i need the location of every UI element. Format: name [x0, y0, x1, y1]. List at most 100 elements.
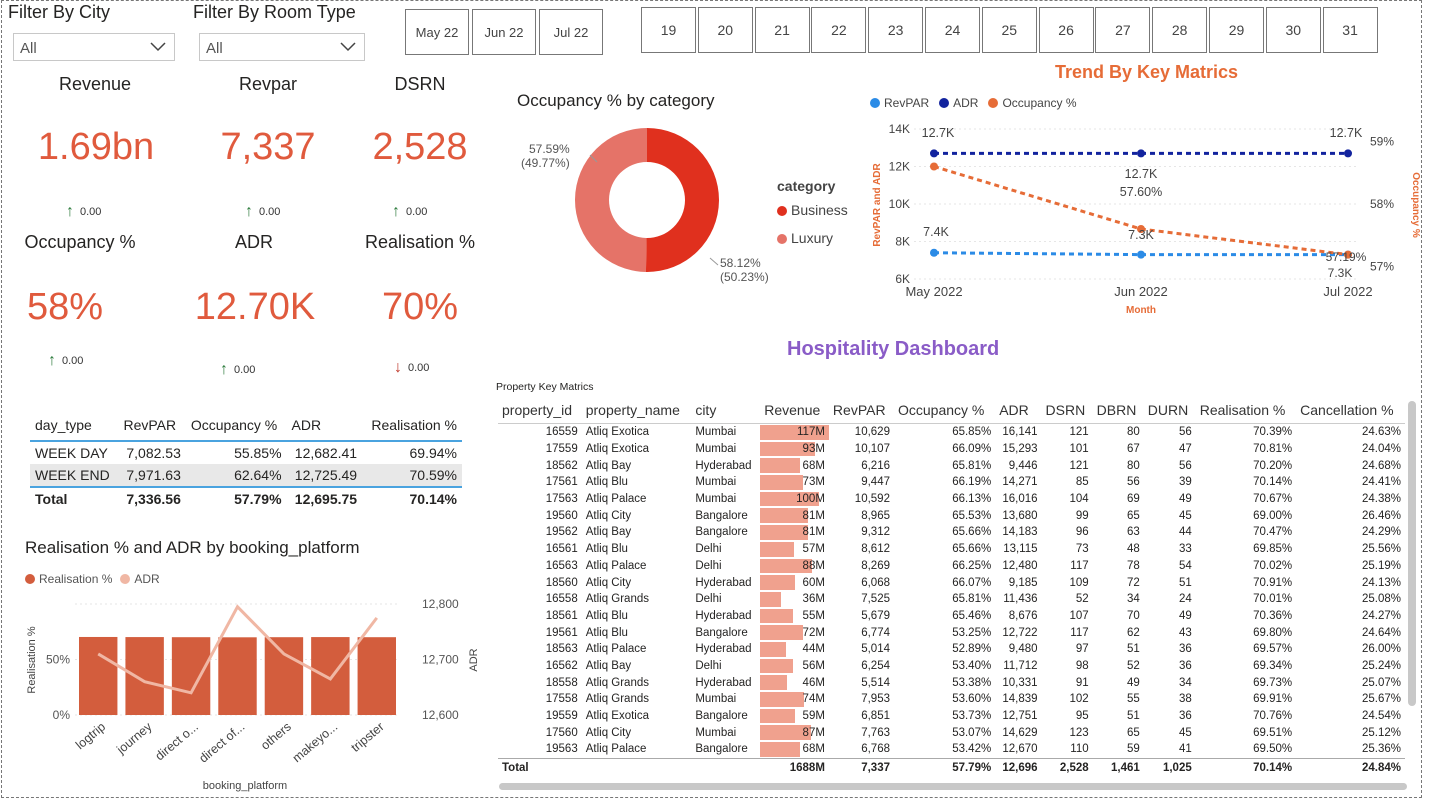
table-cell: 98 [1075, 659, 1089, 672]
trend-data-label: 7.3K [1128, 228, 1154, 242]
daytype-header[interactable]: ADR [286, 410, 363, 442]
table-cell: 69.91% [1253, 693, 1293, 706]
daytype-header[interactable]: Occupancy % [185, 410, 287, 442]
table-cell: Atliq Bay [585, 526, 632, 539]
day-button-20[interactable]: 20 [697, 7, 753, 53]
table-cell: 11,712 [1003, 659, 1038, 672]
table-cell: 49 [1126, 676, 1140, 689]
table-cell: 25.67% [1361, 693, 1401, 706]
table-cell: Delhi [695, 559, 722, 572]
arrow-up-icon: ↑ [392, 203, 400, 220]
trend-legend-adr[interactable]: ADR [939, 96, 978, 110]
month-button-jun[interactable]: Jun 22 [472, 9, 536, 55]
table-cell: Atliq City [585, 576, 632, 589]
property-header-row: property_id property_name city Revenue RevPA… [498, 397, 1405, 424]
table-row[interactable]: 17561 Atliq Blu Mumbai 73M 9,447 66.19% 14,271… [498, 474, 1405, 491]
kpi-dsrn-value: 2,528 [372, 126, 468, 168]
day-button-19[interactable]: 19 [641, 7, 696, 53]
table-cell: 53.42% [952, 743, 992, 756]
room-dropdown[interactable]: All [199, 33, 365, 61]
table-cell: 69.51% [1253, 726, 1293, 739]
day-button-30[interactable]: 30 [1265, 7, 1321, 53]
table-row[interactable]: 16559 Atliq Exotica Mumbai 117M 10,629 65.85%… [498, 424, 1405, 441]
trend-chart-title: Trend By Key Matrics [1055, 62, 1239, 82]
table-row[interactable]: 19559 Atliq Exotica Bangalore 59M 6,851 53.73… [498, 708, 1405, 725]
table-row[interactable]: 17560 Atliq City Mumbai 87M 7,763 53.07% 14,62… [498, 724, 1405, 741]
horizontal-scrollbar[interactable] [499, 783, 1407, 790]
day-button-23[interactable]: 23 [868, 7, 924, 53]
table-row[interactable]: 19562 Atliq Bay Bangalore 81M 9,312 65.66% 14,… [498, 524, 1405, 541]
table-row[interactable]: 16562 Atliq Bay Delhi 56M 6,254 53.40% 11,712 9… [498, 658, 1405, 675]
donut-legend-business[interactable]: Business [777, 202, 848, 218]
legend-label: Business [791, 202, 848, 218]
table-cell: 36M [760, 591, 829, 608]
day-button-31[interactable]: 31 [1322, 7, 1378, 53]
property-header-durn[interactable]: DURN [1143, 397, 1196, 424]
city-dropdown[interactable]: All [13, 33, 175, 61]
table-row[interactable]: 18558 Atliq Grands Hyderabad 46M 5,514 53.38%… [498, 674, 1405, 691]
table-cell: 46M [760, 674, 829, 691]
daytype-header[interactable]: Realisation % [362, 410, 462, 442]
table-row[interactable]: 18563 Atliq Palace Hyderabad 44M 5,014 52.89%… [498, 641, 1405, 658]
table-cell: 59 [1126, 743, 1140, 756]
trend-legend-occupancy[interactable]: Occupancy % [988, 96, 1077, 110]
table-cell: 65.46% [952, 609, 992, 622]
table-cell: 69.73% [1253, 676, 1293, 689]
trend-legend-revpar[interactable]: RevPAR [870, 96, 929, 110]
platform-legend-adr[interactable]: ADR [120, 572, 160, 586]
table-cell: 73 [1075, 543, 1089, 556]
platform-legend-realisation[interactable]: Realisation % [25, 572, 112, 586]
property-header-cancellation[interactable]: Cancellation % [1296, 397, 1405, 424]
property-header-occupancy[interactable]: Occupancy % [893, 397, 996, 424]
table-row[interactable]: 18561 Atliq Blu Hyderabad 55M 5,679 65.46% 8,6… [498, 608, 1405, 625]
day-button-24[interactable]: 24 [925, 7, 980, 53]
platform-bar-4 [264, 637, 304, 715]
day-button-26[interactable]: 26 [1038, 7, 1094, 53]
city-filter-title: Filter By City [8, 2, 111, 22]
revenue-value: 60M [802, 576, 825, 589]
property-header-revpar[interactable]: RevPAR [828, 397, 894, 424]
table-row[interactable]: 19561 Atliq Blu Bangalore 72M 6,774 53.25% 12,… [498, 624, 1405, 641]
table-cell: 68M [760, 741, 829, 758]
table-cell: 53.40% [952, 659, 992, 672]
table-row[interactable]: 16563 Atliq Palace Delhi 88M 8,269 66.25% 12,4… [498, 558, 1405, 575]
daytype-header[interactable]: day_type [30, 410, 119, 442]
table-row[interactable]: 18562 Atliq Bay Hyderabad 68M 6,216 65.81% 9,4… [498, 457, 1405, 474]
table-cell: Bangalore [695, 710, 748, 723]
table-row[interactable]: 16561 Atliq Blu Delhi 57M 8,612 65.66% 13,115 7… [498, 541, 1405, 558]
daytype-header[interactable]: RevPAR [118, 410, 186, 442]
donut-legend-luxury[interactable]: Luxury [777, 230, 833, 246]
table-cell: 65 [1126, 726, 1140, 739]
table-row[interactable]: 19563 Atliq Palace Bangalore 68M 6,768 53.42%… [498, 741, 1405, 758]
day-button-21[interactable]: 21 [754, 7, 810, 53]
table-cell: 36 [1178, 659, 1192, 672]
day-button-28[interactable]: 28 [1152, 7, 1208, 53]
table-row[interactable]: 19560 Atliq City Bangalore 81M 8,965 65.53% 13… [498, 507, 1405, 524]
trend-point [930, 149, 938, 158]
arrow-up-icon: ↑ [245, 203, 253, 220]
day-button-29[interactable]: 29 [1209, 7, 1264, 53]
property-header-property-name[interactable]: property_name [581, 397, 692, 424]
property-header-realisation[interactable]: Realisation % [1195, 397, 1297, 424]
day-button-22[interactable]: 22 [811, 7, 867, 53]
table-cell: 52 [1075, 593, 1089, 606]
vertical-scrollbar[interactable] [1408, 401, 1416, 706]
month-button-jul[interactable]: Jul 22 [539, 9, 603, 55]
month-button-may[interactable]: May 22 [405, 9, 469, 55]
table-cell: 60M [760, 574, 829, 591]
property-header-city[interactable]: city [691, 397, 761, 424]
property-header-adr[interactable]: ADR [995, 397, 1042, 424]
property-header-dbrn[interactable]: DBRN [1092, 397, 1144, 424]
table-row[interactable]: 17558 Atliq Grands Mumbai 74M 7,953 53.60% 14,… [498, 691, 1405, 708]
day-button-27[interactable]: 27 [1095, 7, 1151, 53]
table-cell: 8,612 [861, 543, 890, 556]
table-cell: 47 [1178, 443, 1192, 456]
property-header-revenue[interactable]: Revenue [760, 397, 829, 424]
table-row[interactable]: 16558 Atliq Grands Delhi 36M 7,525 65.81% 11,4… [498, 591, 1405, 608]
day-button-25[interactable]: 25 [981, 7, 1037, 53]
table-row[interactable]: 17559 Atliq Exotica Mumbai 93M 10,107 66.09% 1… [498, 441, 1405, 458]
table-row[interactable]: 17563 Atliq Palace Mumbai 100M 10,592 66.13% 1… [498, 491, 1405, 508]
table-row[interactable]: 18560 Atliq City Hyderabad 60M 6,068 66.07% 9,… [498, 574, 1405, 591]
property-header-property-id[interactable]: property_id [498, 397, 582, 424]
property-header-dsrn[interactable]: DSRN [1041, 397, 1093, 424]
